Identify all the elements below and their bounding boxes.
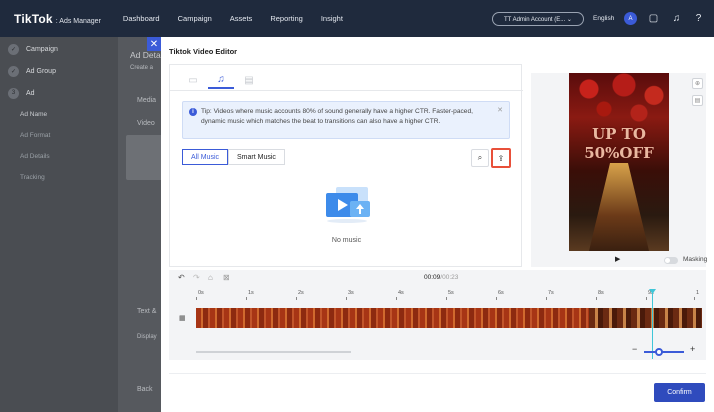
- info-icon: i: [189, 108, 197, 116]
- promo-line-1: UP TO: [592, 125, 646, 143]
- timeline: ↶ ↷ ⌂ ⊠ 00:09/00:23 0s 1s 2s 3s 4s 5s 6s…: [169, 270, 706, 360]
- top-bar: TikTok : Ads Manager Dashboard Campaign …: [0, 0, 714, 37]
- promo-line-2: 50%OFF: [584, 144, 654, 162]
- zoom-slider[interactable]: [644, 351, 684, 353]
- tab-all-music[interactable]: All Music: [182, 149, 229, 165]
- background-subtitle: Create a: [130, 65, 154, 71]
- sidebar-item-tracking[interactable]: Tracking: [0, 167, 118, 188]
- ratio-icon[interactable]: ▤: [692, 95, 703, 106]
- tab-video-icon[interactable]: ▭: [180, 71, 206, 89]
- logo-main-text: TikTok: [14, 11, 53, 26]
- time-ruler: 0s 1s 2s 3s 4s 5s 6s 7s 8s 9s 1: [196, 290, 702, 300]
- preview-frame: UP TO 50%OFF: [569, 73, 669, 251]
- masking-label: Masking: [683, 256, 708, 263]
- background-video-thumb: [126, 135, 166, 180]
- video-editor-modal: ✕ Tiktok Video Editor ▭ ♫ ▤ i Tip: Video…: [147, 37, 714, 412]
- check-icon: ✓: [8, 43, 19, 55]
- ruler-tick: 1s: [246, 290, 254, 300]
- search-icon[interactable]: ⌕: [471, 149, 489, 167]
- account-selector[interactable]: TT Admin Account (E... ⌄: [492, 12, 584, 26]
- logo-sub-text: : Ads Manager: [55, 17, 101, 25]
- nav-assets[interactable]: Assets: [230, 14, 253, 23]
- confirm-button[interactable]: Confirm: [654, 383, 705, 402]
- timecode: 00:09/00:23: [424, 274, 458, 281]
- ruler-tick: 7s: [546, 290, 554, 300]
- step-number-icon: 3: [8, 87, 19, 99]
- bell-icon[interactable]: ♫: [670, 12, 683, 25]
- promo-overlay: UP TO 50%OFF: [569, 125, 669, 163]
- video-preview: UP TO 50%OFF ⊕ ▤ ▶ Masking: [531, 73, 708, 267]
- nav-campaign[interactable]: Campaign: [178, 14, 212, 23]
- ruler-tick: 1: [693, 290, 700, 300]
- corridor-image: [589, 163, 649, 251]
- redo-icon[interactable]: ↷: [193, 273, 200, 282]
- play-icon[interactable]: ▶: [615, 255, 620, 263]
- background-back: Back: [137, 386, 153, 393]
- ruler-tick: 5s: [446, 290, 454, 300]
- sidebar-step-ad[interactable]: 3 Ad: [0, 82, 118, 104]
- ruler-tick: 0s: [196, 290, 204, 300]
- total-time: /00:23: [440, 274, 459, 281]
- close-icon[interactable]: ✕: [497, 106, 503, 116]
- help-icon[interactable]: ?: [692, 12, 705, 25]
- avatar[interactable]: A: [624, 12, 637, 25]
- playhead[interactable]: [652, 289, 653, 359]
- tab-text-icon[interactable]: ▤: [236, 71, 262, 89]
- tiktok-logo[interactable]: TikTok : Ads Manager: [14, 12, 101, 26]
- close-icon[interactable]: ✕: [147, 37, 161, 51]
- tab-music-icon[interactable]: ♫: [208, 71, 234, 89]
- tip-banner: i Tip: Videos where music accounts 80% o…: [182, 101, 510, 139]
- sidebar-step-adgroup[interactable]: ✓ Ad Group: [0, 60, 118, 82]
- nav-dashboard[interactable]: Dashboard: [123, 14, 160, 23]
- main-nav: Dashboard Campaign Assets Reporting Insi…: [123, 14, 361, 23]
- sidebar-item-ad-format[interactable]: Ad Format: [0, 125, 118, 146]
- empty-music-illustration: [326, 187, 370, 223]
- tip-text: Tip: Videos where music accounts 80% of …: [201, 108, 473, 125]
- masking-toggle[interactable]: [664, 257, 678, 264]
- background-title: Ad Deta: [130, 50, 161, 60]
- inbox-icon[interactable]: ▢: [647, 12, 660, 25]
- video-track-clip-end[interactable]: [589, 308, 702, 328]
- sidebar-item-ad-name[interactable]: Ad Name: [0, 104, 118, 125]
- music-panel: ▭ ♫ ▤ i Tip: Videos where music accounts…: [169, 64, 523, 267]
- sidebar-step-label: Ad: [26, 89, 35, 97]
- background-video: Video: [137, 120, 155, 127]
- language-selector[interactable]: English: [593, 15, 614, 22]
- modal-title: Tiktok Video Editor: [169, 47, 238, 56]
- video-track-icon: ▦: [179, 315, 186, 322]
- ruler-tick: 3s: [346, 290, 354, 300]
- modal-footer: Confirm: [169, 373, 706, 409]
- editor-tabs: ▭ ♫ ▤: [180, 71, 264, 89]
- ruler-tick: 2s: [296, 290, 304, 300]
- home-icon[interactable]: ⌂: [208, 273, 213, 282]
- sidebar-step-label: Ad Group: [26, 67, 56, 75]
- zoom-in-icon[interactable]: +: [690, 344, 695, 354]
- zoom-slider-knob[interactable]: [655, 348, 663, 356]
- tab-divider: [170, 90, 523, 91]
- music-source-toggle: All Music Smart Music: [182, 149, 285, 165]
- ruler-tick: 8s: [596, 290, 604, 300]
- split-icon[interactable]: ⊠: [223, 273, 230, 282]
- undo-icon[interactable]: ↶: [178, 273, 185, 282]
- nav-reporting[interactable]: Reporting: [270, 14, 303, 23]
- timeline-scrollbar[interactable]: [196, 351, 351, 353]
- current-time: 00:09: [424, 274, 441, 281]
- ruler-tick: 6s: [496, 290, 504, 300]
- zoom-out-icon[interactable]: −: [632, 344, 637, 354]
- empty-state-text: No music: [331, 237, 362, 244]
- fullscreen-icon[interactable]: ⊕: [692, 78, 703, 89]
- check-icon: ✓: [8, 65, 19, 77]
- sidebar-step-label: Campaign: [26, 45, 58, 53]
- sidebar-step-campaign[interactable]: ✓ Campaign: [0, 38, 118, 60]
- background-display: Display: [137, 334, 157, 340]
- background-text: Text &: [137, 308, 157, 315]
- background-media: Media: [137, 97, 157, 104]
- upload-icon[interactable]: ⇪: [491, 148, 511, 168]
- ruler-tick: 4s: [396, 290, 404, 300]
- nav-insight[interactable]: Insight: [321, 14, 343, 23]
- sidebar: ✓ Campaign ✓ Ad Group 3 Ad Ad Name Ad Fo…: [0, 37, 118, 412]
- sidebar-item-ad-details[interactable]: Ad Details: [0, 146, 118, 167]
- tab-smart-music[interactable]: Smart Music: [228, 149, 285, 165]
